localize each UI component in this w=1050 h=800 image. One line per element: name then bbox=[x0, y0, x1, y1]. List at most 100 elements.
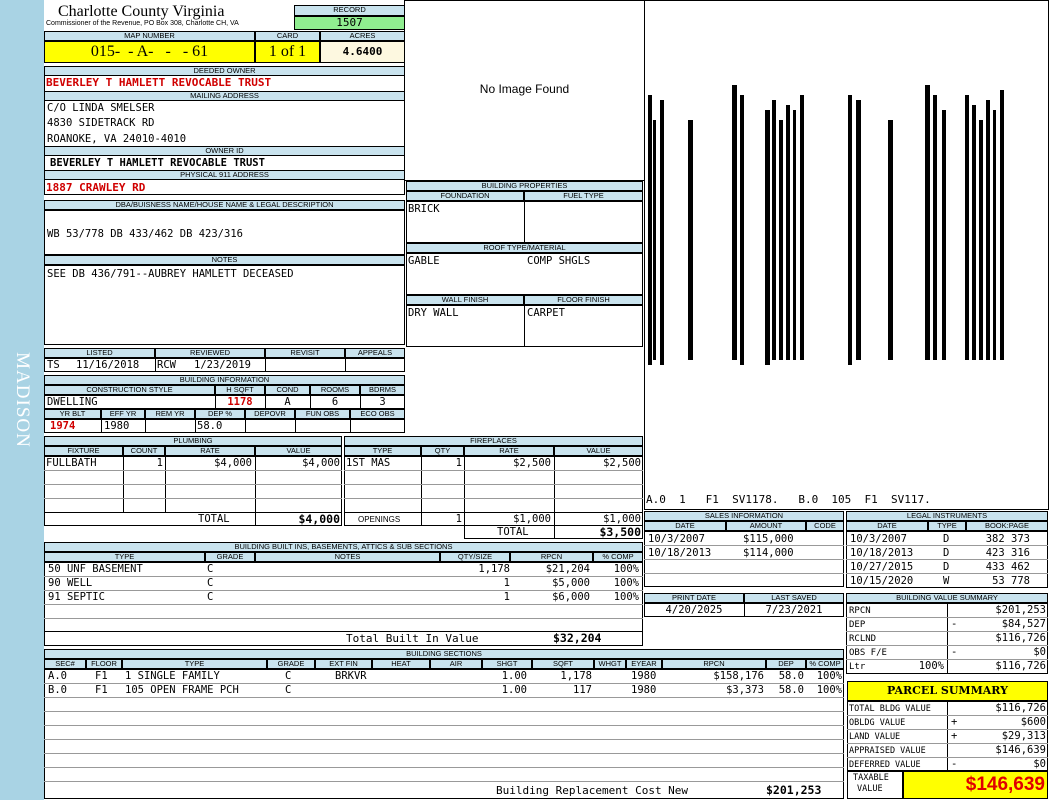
cond-label: COND bbox=[265, 385, 310, 395]
floor-finish: CARPET bbox=[527, 307, 565, 319]
bdrms-label: BDRMS bbox=[360, 385, 405, 395]
roof-label: ROOF TYPE/MATERIAL bbox=[406, 243, 643, 253]
fireplace-total: $3,500 bbox=[599, 525, 641, 539]
sales-col-amount: AMOUNT bbox=[726, 521, 806, 531]
foundation: BRICK bbox=[408, 203, 440, 215]
builtin-1-qty: 1,178 bbox=[478, 563, 510, 575]
section-1-rpcn: $158,176 bbox=[713, 670, 764, 682]
bvs-ltr-pct: 100% bbox=[918, 660, 944, 672]
plumbing-count: 1 bbox=[156, 457, 163, 469]
openings-qty: 1 bbox=[455, 513, 462, 525]
fireplace-col-rate: RATE bbox=[464, 446, 554, 456]
plumbing-col-value: VALUE bbox=[255, 446, 342, 456]
openings-label: OPENINGS bbox=[358, 515, 401, 524]
sections-col-sqft: SQFT bbox=[532, 659, 594, 669]
taxable-label-2: VALUE bbox=[857, 784, 883, 794]
bvs-dep: $84,527 bbox=[1001, 618, 1046, 630]
plumbing-fixture: FULLBATH bbox=[46, 457, 97, 469]
fireplace-col-type: TYPE bbox=[344, 446, 421, 456]
parcel-summary-title: PARCEL SUMMARY bbox=[887, 684, 1008, 697]
legal-description-label: DBA/BUISNESS NAME/HOUSE NAME & LEGAL DES… bbox=[44, 200, 405, 210]
builtin-1-type: 50 UNF BASEMENT bbox=[48, 563, 143, 575]
notes-text: SEE DB 436/791--AUBREY HAMLETT DECEASED bbox=[47, 268, 294, 280]
fireplace-rate: $2,500 bbox=[513, 457, 551, 469]
side-banner: MADISON bbox=[0, 0, 44, 800]
wall-finish-label: WALL FINISH bbox=[406, 295, 524, 305]
bvs-ltr-label: Ltr bbox=[849, 662, 866, 672]
section-1-extfin: BRKVR bbox=[335, 670, 367, 682]
fireplace-col-value: VALUE bbox=[554, 446, 643, 456]
acres-value: 4.6400 bbox=[342, 45, 383, 58]
legal-col-bookpage: BOOK:PAGE bbox=[966, 521, 1048, 531]
section-2-sec: B.0 bbox=[48, 684, 67, 696]
builtin-3-rpcn: $6,000 bbox=[552, 591, 590, 603]
parcel-summary-header: PARCEL SUMMARY bbox=[847, 681, 1048, 701]
last-saved-label: LAST SAVED bbox=[744, 593, 844, 603]
map-number-value: 015- - A- - - 61 bbox=[90, 43, 209, 60]
rooms: 6 bbox=[331, 396, 339, 408]
bvs-rclnd: $116,726 bbox=[995, 632, 1046, 644]
plumbing-col-fixture: FIXTURE bbox=[44, 446, 123, 456]
parcel-obldg: $600 bbox=[1020, 716, 1046, 728]
listed-date: 11/16/2018 bbox=[76, 359, 140, 371]
builtins-col-qty: QTY/SIZE bbox=[440, 552, 510, 562]
physical-address-label: PHYSICAL 911 ADDRESS bbox=[44, 170, 405, 180]
section-2-sqft: 117 bbox=[573, 684, 592, 696]
print-date: 4/20/2025 bbox=[665, 604, 723, 616]
appeals-label: APPEALS bbox=[345, 348, 405, 358]
sections-col-rpcn: RPCN bbox=[662, 659, 766, 669]
plumbing-value: $4,000 bbox=[302, 457, 340, 469]
revisit-label: REVISIT bbox=[265, 348, 345, 358]
builtins-col-notes: NOTES bbox=[255, 552, 440, 562]
plumbing-col-count: COUNT bbox=[123, 446, 165, 456]
section-1-sqft: 1,178 bbox=[560, 670, 592, 682]
sections-col-heat: HEAT bbox=[372, 659, 430, 669]
sales-col-date: DATE bbox=[644, 521, 726, 531]
record-number: 1507 bbox=[294, 16, 405, 30]
section-1-eyear: 1980 bbox=[631, 670, 657, 682]
builtin-1-rpcn: $21,204 bbox=[545, 563, 590, 575]
acres: 4.6400 bbox=[320, 41, 405, 63]
plumbing-col-rate: RATE bbox=[165, 446, 255, 456]
legal-description: WB 53/778 DB 433/462 DB 423/316 bbox=[47, 228, 243, 240]
parcel-appraised-label: APPRAISED VALUE bbox=[849, 746, 926, 756]
dep-label: DEP % bbox=[195, 409, 245, 419]
reviewed-by: RCW bbox=[157, 359, 176, 371]
section-2-eyear: 1980 bbox=[631, 684, 657, 696]
sections-col-sec: SEC# bbox=[44, 659, 86, 669]
fireplace-qty: 1 bbox=[455, 457, 462, 469]
builtin-2-comp: 100% bbox=[613, 577, 639, 589]
reviewed-label: REVIEWED bbox=[155, 348, 265, 358]
county-title: Charlotte County Virginia bbox=[58, 3, 225, 20]
bvs-dep-label: DEP bbox=[849, 620, 866, 630]
sections-col-whgt: WHGT bbox=[594, 659, 626, 669]
replacement-cost-label: Building Replacement Cost New bbox=[496, 784, 689, 797]
builtins-col-comp: % COMP bbox=[593, 552, 643, 562]
bvs-ltr: $116,726 bbox=[995, 660, 1046, 672]
sections-col-floor: FLOOR bbox=[86, 659, 122, 669]
sales-col-code: CODE bbox=[806, 521, 844, 531]
sections-col-comp: % COMP bbox=[806, 659, 844, 669]
builtin-2-type: 90 WELL bbox=[48, 577, 93, 589]
legal-3-type: D bbox=[943, 561, 950, 573]
map-number-label: MAP NUMBER bbox=[44, 31, 255, 41]
fireplaces-label: FIREPLACES bbox=[344, 436, 643, 446]
sections-col-eyear: EYEAR bbox=[626, 659, 662, 669]
effective-year: 1980 bbox=[104, 420, 130, 432]
replacement-cost: $201,253 bbox=[766, 783, 822, 797]
bvs-label: BUILDING VALUE SUMMARY bbox=[846, 593, 1048, 603]
section-1-comp: 100% bbox=[816, 670, 842, 682]
last-saved: 7/23/2021 bbox=[765, 604, 823, 616]
fuel-type-label: FUEL TYPE bbox=[524, 191, 643, 201]
sections-col-shgt: SHGT bbox=[482, 659, 532, 669]
legal-3-bookpage: 433 462 bbox=[985, 561, 1030, 573]
sale-2-amount: $114,000 bbox=[743, 547, 794, 559]
depovr-label: DEPOVR bbox=[245, 409, 295, 419]
sections-col-air: AIR bbox=[430, 659, 482, 669]
section-2-rpcn: $3,373 bbox=[726, 684, 764, 696]
building-info-label: BUILDING INFORMATION bbox=[44, 375, 405, 385]
openings-value: $1,000 bbox=[603, 513, 641, 525]
builtin-2-rpcn: $5,000 bbox=[552, 577, 590, 589]
sale-2-date: 10/18/2013 bbox=[648, 547, 712, 559]
district-label: MADISON bbox=[12, 352, 33, 448]
